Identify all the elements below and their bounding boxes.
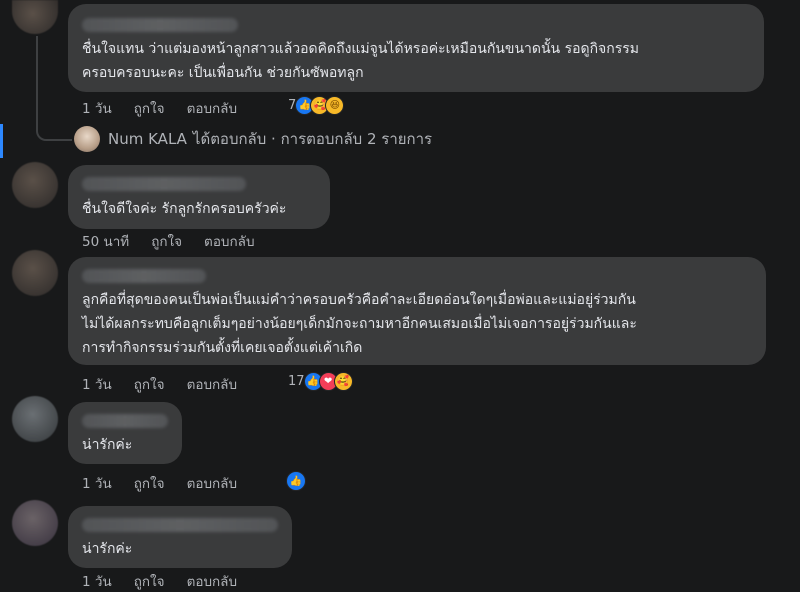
- comment-bubble: ชื่นใจแทน ว่าแต่มองหน้าลูกสาวแล้วอดคิดถึ…: [68, 4, 764, 92]
- view-replies-link[interactable]: Num KALA ได้ตอบกลับ · การตอบกลับ 2 รายกา…: [74, 126, 432, 152]
- comment-text: ลูกคือที่สุดของคนเป็นพ่อเป็นแม่คำว่าครอบ…: [82, 292, 636, 308]
- comment-text: ชื่นใจดีใจค่ะ รักลูกรักครอบครัวค่ะ: [82, 201, 287, 217]
- commenter-name-blurred[interactable]: [82, 269, 206, 283]
- comment-bubble: ลูกคือที่สุดของคนเป็นพ่อเป็นแม่คำว่าครอบ…: [68, 257, 766, 365]
- like-button[interactable]: ถูกใจ: [134, 472, 165, 494]
- comment-time[interactable]: 1 วัน: [82, 570, 112, 592]
- focus-indicator: [0, 124, 3, 158]
- commenter-avatar[interactable]: [12, 500, 58, 546]
- comment-actions: 1 วัน ถูกใจ ตอบกลับ: [82, 97, 259, 119]
- comment-text: น่ารักค่ะ: [82, 437, 133, 453]
- comment-time[interactable]: 1 วัน: [82, 373, 112, 395]
- comment-actions: 50 นาที ถูกใจ ตอบกลับ: [82, 230, 277, 252]
- commenter-avatar[interactable]: [12, 162, 58, 208]
- comment-bubble: น่ารักค่ะ: [68, 506, 292, 568]
- comment-bubble: ชื่นใจดีใจค่ะ รักลูกรักครอบครัวค่ะ: [68, 165, 330, 229]
- commenter-name-blurred[interactable]: [82, 414, 168, 428]
- reply-button[interactable]: ตอบกลับ: [204, 230, 254, 252]
- comment-text: ครอบครอบนะคะ เป็นเพื่อนกัน ช่วยกันซัพอทล…: [82, 65, 364, 81]
- reply-author-name: Num KALA: [108, 130, 187, 148]
- reaction-summary[interactable]: 👍: [286, 471, 306, 491]
- like-icon: 👍: [286, 471, 306, 491]
- thread-connector: [36, 36, 72, 141]
- reaction-summary[interactable]: 17 👍 ❤ 🥰: [288, 372, 353, 391]
- comment-actions: 1 วัน ถูกใจ ตอบกลับ: [82, 373, 259, 395]
- like-button[interactable]: ถูกใจ: [134, 570, 165, 592]
- comment-bubble: น่ารักค่ะ: [68, 402, 182, 464]
- reaction-count: 17: [288, 374, 305, 389]
- reply-button[interactable]: ตอบกลับ: [187, 373, 237, 395]
- comment-time[interactable]: 50 นาที: [82, 230, 129, 252]
- comment-text: ชื่นใจแทน ว่าแต่มองหน้าลูกสาวแล้วอดคิดถึ…: [82, 41, 640, 57]
- commenter-avatar[interactable]: [12, 0, 58, 34]
- commenter-avatar[interactable]: [12, 250, 58, 296]
- reaction-summary[interactable]: 7 👍 🥰 😆: [288, 96, 345, 115]
- comment-actions: 1 วัน ถูกใจ ตอบกลับ: [82, 570, 259, 592]
- commenter-name-blurred[interactable]: [82, 518, 278, 532]
- like-button[interactable]: ถูกใจ: [151, 230, 182, 252]
- comment-time[interactable]: 1 วัน: [82, 472, 112, 494]
- commenter-name-blurred[interactable]: [82, 177, 246, 191]
- comment-time[interactable]: 1 วัน: [82, 97, 112, 119]
- haha-icon: 😆: [325, 96, 345, 115]
- reply-button[interactable]: ตอบกลับ: [187, 472, 237, 494]
- commenter-avatar[interactable]: [12, 396, 58, 442]
- care-icon: 🥰: [333, 372, 353, 391]
- reply-author-avatar: [74, 126, 100, 152]
- reply-button[interactable]: ตอบกลับ: [187, 570, 237, 592]
- like-button[interactable]: ถูกใจ: [134, 97, 165, 119]
- commenter-name-blurred[interactable]: [82, 18, 238, 32]
- comment-actions: 1 วัน ถูกใจ ตอบกลับ: [82, 472, 259, 494]
- comment-text: ไม่ได้ผลกระทบคือลูกเต็มๆอย่างน้อยๆเด็กมั…: [82, 316, 637, 332]
- reply-summary-text: ได้ตอบกลับ · การตอบกลับ 2 รายการ: [192, 130, 433, 148]
- comment-text: น่ารักค่ะ: [82, 541, 133, 557]
- like-button[interactable]: ถูกใจ: [134, 373, 165, 395]
- comment-text: การทำกิจกรรมร่วมกันตั้งที่เคยเจอตั้งแต่เ…: [82, 340, 363, 356]
- reply-button[interactable]: ตอบกลับ: [187, 97, 237, 119]
